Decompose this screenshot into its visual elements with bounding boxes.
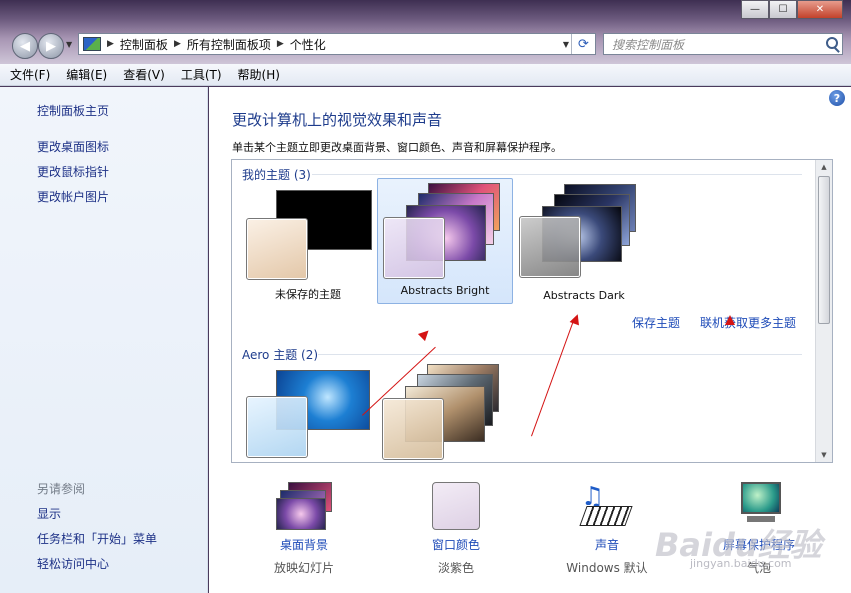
- ease-of-access-link[interactable]: 轻松访问中心: [37, 555, 109, 572]
- address-dropdown-icon[interactable]: ▼: [563, 40, 569, 49]
- window-color-icon: [428, 482, 484, 530]
- theme-name: Abstracts Bright: [400, 284, 490, 297]
- chevron-right-icon[interactable]: ▶: [277, 39, 284, 49]
- close-button[interactable]: ✕: [797, 0, 843, 19]
- theme-name: Abstracts Dark: [543, 289, 625, 302]
- breadcrumb-control-panel[interactable]: 控制面板: [120, 36, 168, 53]
- main-content-pane: ? 更改计算机上的视觉效果和声音 单击某个主题立即更改桌面背景、窗口颜色、声音和…: [209, 87, 851, 593]
- change-desktop-icons-link[interactable]: 更改桌面图标: [37, 138, 109, 155]
- forward-button[interactable]: ▶: [38, 33, 64, 59]
- maximize-button[interactable]: ☐: [769, 0, 797, 19]
- page-title: 更改计算机上的视觉效果和声音: [232, 111, 443, 129]
- menu-bar: 文件(F) 编辑(E) 查看(V) 工具(T) 帮助(H): [0, 64, 851, 86]
- desktop-background-option[interactable]: 桌面背景 放映幻灯片: [249, 482, 359, 576]
- option-label[interactable]: 声音: [552, 536, 662, 553]
- page-description: 单击某个主题立即更改桌面背景、窗口颜色、声音和屏幕保护程序。: [232, 141, 562, 154]
- theme-abstracts-dark[interactable]: Abstracts Dark: [516, 182, 652, 308]
- search-input[interactable]: 搜索控制面板: [603, 33, 843, 55]
- menu-help[interactable]: 帮助(H): [238, 66, 280, 83]
- display-link[interactable]: 显示: [37, 505, 61, 522]
- change-mouse-pointers-link[interactable]: 更改鼠标指针: [37, 163, 109, 180]
- control-panel-home-link[interactable]: 控制面板主页: [37, 102, 109, 119]
- theme-name: 未保存的主题: [275, 288, 341, 301]
- menu-tools[interactable]: 工具(T): [181, 66, 222, 83]
- help-icon[interactable]: ?: [829, 90, 845, 106]
- theme-abstracts-bright[interactable]: Abstracts Bright: [377, 178, 513, 304]
- scroll-up-icon[interactable]: ▲: [819, 163, 829, 171]
- caption-buttons: — ☐ ✕: [741, 0, 843, 19]
- minimize-button[interactable]: —: [741, 0, 769, 19]
- breadcrumb-all-items[interactable]: 所有控制面板项: [187, 36, 271, 53]
- search-icon[interactable]: [826, 37, 838, 49]
- annotation-arrow-head: [725, 315, 735, 325]
- get-more-themes-online-link[interactable]: 联机获取更多主题: [700, 314, 796, 331]
- scroll-thumb[interactable]: [818, 176, 830, 324]
- my-themes-group-title: 我的主题 (3): [242, 168, 311, 182]
- option-value: 放映幻灯片: [273, 561, 334, 575]
- aero-themes-group-title: Aero 主题 (2): [242, 348, 319, 362]
- theme-color-swatch: [246, 396, 308, 458]
- change-account-picture-link[interactable]: 更改帐户图片: [37, 188, 109, 205]
- option-label[interactable]: 窗口颜色: [401, 536, 511, 553]
- chevron-right-icon[interactable]: ▶: [107, 39, 114, 49]
- left-navigation-pane: 控制面板主页 更改桌面图标 更改鼠标指针 更改帐户图片 另请参阅 显示 任务栏和…: [0, 87, 208, 593]
- scroll-down-icon[interactable]: ▼: [819, 451, 829, 459]
- breadcrumb-personalization[interactable]: 个性化: [290, 36, 326, 53]
- address-bar[interactable]: ▶ 控制面板 ▶ 所有控制面板项 ▶ 个性化 ▼ ⟳: [78, 33, 596, 55]
- menu-file[interactable]: 文件(F): [10, 66, 50, 83]
- theme-color-swatch: [382, 398, 444, 460]
- option-value: 淡紫色: [437, 561, 474, 575]
- see-also-heading: 另请参阅: [37, 482, 86, 496]
- option-value: Windows 默认: [566, 561, 648, 575]
- window-titlebar: — ☐ ✕ ◀ ▶ ▼ ▶ 控制面板 ▶ 所有控制面板项 ▶ 个性化 ▼ ⟳ 搜…: [0, 0, 851, 64]
- window-color-option[interactable]: 窗口颜色 淡紫色: [401, 482, 511, 576]
- taskbar-start-menu-link[interactable]: 任务栏和「开始」菜单: [37, 530, 157, 547]
- theme-color-swatch: [519, 216, 581, 278]
- option-label[interactable]: 桌面背景: [249, 536, 359, 553]
- theme-unsaved[interactable]: 未保存的主题: [240, 182, 376, 308]
- chevron-right-icon[interactable]: ▶: [174, 39, 181, 49]
- refresh-button[interactable]: ⟳: [571, 34, 595, 54]
- theme-list-scrollbar[interactable]: ▲ ▼: [815, 160, 832, 462]
- save-theme-link[interactable]: 保存主题: [632, 314, 680, 331]
- theme-color-swatch: [383, 217, 445, 279]
- back-button[interactable]: ◀: [12, 33, 38, 59]
- sound-option[interactable]: ♫ 声音 Windows 默认: [552, 482, 662, 576]
- sound-icon: ♫: [579, 482, 635, 530]
- theme-color-swatch: [246, 218, 308, 280]
- control-panel-icon: [83, 37, 101, 51]
- recent-pages-dropdown-icon[interactable]: ▼: [66, 40, 72, 49]
- desktop-background-icon: [276, 482, 332, 530]
- menu-view[interactable]: 查看(V): [123, 66, 165, 83]
- theme-architecture[interactable]: [377, 362, 513, 462]
- menu-edit[interactable]: 编辑(E): [66, 66, 107, 83]
- theme-windows-7[interactable]: [240, 362, 376, 462]
- theme-list[interactable]: 我的主题 (3) 未保存的主题 Abstracts Bright Abstrac…: [231, 159, 833, 463]
- search-placeholder: 搜索控制面板: [612, 37, 685, 52]
- watermark-url: jingyan.baidu.com: [690, 557, 792, 570]
- group-divider: [312, 174, 802, 175]
